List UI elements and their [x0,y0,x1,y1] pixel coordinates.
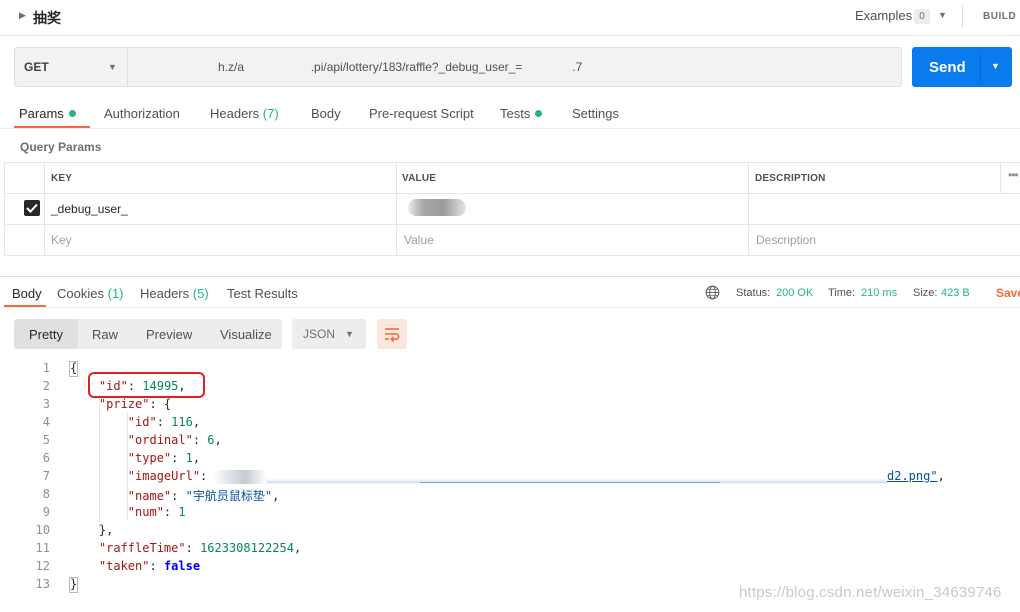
request-title[interactable]: 抽奖 [33,8,61,28]
line-number: 11 [35,541,50,555]
response-tab-test-results[interactable]: Test Results [227,286,298,301]
url-value[interactable]: h.z/a .pi/api/lottery/183/raffle?_debug_… [218,60,582,74]
code-line[interactable]: }, [70,523,113,537]
send-split-divider [980,51,981,83]
table-border [4,162,1020,163]
table-border [44,162,45,255]
code-line[interactable]: "ordinal": 6, [70,433,222,447]
code-line[interactable]: "raffleTime": 1623308122254, [70,541,301,555]
response-tab-body[interactable]: Body [12,286,42,301]
line-number: 7 [42,469,50,483]
wrap-lines-icon [385,328,400,342]
size-label: Size: [913,287,938,299]
code-line[interactable]: { [70,361,77,375]
divider [962,6,963,28]
line-number: 12 [35,559,50,573]
line-number: 1 [42,361,50,375]
more-options-icon[interactable]: ••• [1008,168,1019,182]
code-line[interactable]: "name": "宇航员鼠标垫", [70,487,280,504]
code-line[interactable]: "imageUrl": [70,469,207,483]
column-header-value: VALUE [402,173,437,184]
column-header-key: KEY [51,173,73,184]
tab-tests[interactable]: Tests [500,106,543,121]
format-value: JSON [303,327,336,341]
line-number: 10 [35,523,50,537]
active-dot-icon [68,110,76,117]
send-button-label[interactable]: Send [929,59,966,76]
method-value: GET [24,60,49,74]
column-header-description: DESCRIPTION [755,173,826,184]
line-number: 5 [42,433,50,447]
active-dot-icon [535,110,543,117]
tab-headers[interactable]: Headers (7) [210,106,279,121]
code-line[interactable]: "taken": false [70,559,200,573]
tab-body[interactable]: Body [311,106,341,121]
param-enabled-checkbox[interactable] [24,200,40,216]
new-description-input[interactable]: Description [756,233,816,247]
status-label: Status: [736,287,771,299]
globe-icon[interactable] [705,285,720,300]
table-border [396,162,397,255]
divider [0,307,1020,308]
time-label: Time: [828,287,856,299]
send-options-chevron-icon[interactable]: ▼ [991,61,1000,71]
query-params-heading: Query Params [20,140,102,154]
watermark: https://blog.csdn.net/weixin_34639746 [739,584,1002,601]
examples-button[interactable]: Examples [855,8,912,23]
highlight-annotation-box [88,372,205,398]
code-line[interactable]: "id": 116, [70,415,200,429]
new-value-input[interactable]: Value [404,233,434,247]
code-line[interactable]: "type": 1, [70,451,200,465]
line-number: 3 [42,397,50,411]
table-border [1000,162,1001,193]
save-response-button[interactable]: Save [996,286,1020,300]
line-number: 9 [42,505,50,519]
examples-count-badge: 0 [914,9,930,24]
tab-authorization[interactable]: Authorization [104,106,180,121]
new-key-input[interactable]: Key [51,233,72,247]
param-key-input[interactable]: _debug_user_ [51,202,128,216]
mode-visualize[interactable]: Visualize [220,327,272,342]
redacted-url-region [213,470,267,484]
line-number: 8 [42,487,50,501]
line-number: 6 [42,451,50,465]
divider [0,128,1020,129]
line-number: 4 [42,415,50,429]
chevron-down-icon: ▼ [108,62,117,72]
image-url-tail[interactable]: d2.png", [887,469,945,483]
table-border [4,255,1020,256]
size-value[interactable]: 423 B [941,287,970,299]
tab-pre-request-script[interactable]: Pre-request Script [369,106,474,121]
chevron-down-icon[interactable]: ▼ [938,10,947,20]
code-line[interactable]: "prize": { [70,397,171,411]
wrap-lines-button[interactable] [377,319,407,349]
expand-caret-icon[interactable]: ▶ [19,10,26,21]
divider [0,276,1020,277]
mode-preview[interactable]: Preview [146,327,192,342]
status-value[interactable]: 200 OK [776,287,813,299]
mode-pretty[interactable]: Pretty [29,327,63,342]
redacted-url-underline [420,482,720,483]
param-description-input[interactable] [748,193,1000,224]
chevron-down-icon: ▼ [345,329,354,339]
build-button[interactable]: BUILD [983,11,1016,22]
mode-raw[interactable]: Raw [92,327,118,342]
table-border [4,224,1020,225]
tab-params[interactable]: Params [19,106,76,121]
checkmark-icon [26,203,38,213]
tab-settings[interactable]: Settings [572,106,619,121]
code-line[interactable]: "num": 1 [70,505,186,519]
line-number: 2 [42,379,50,393]
line-number: 13 [35,577,50,591]
response-tab-cookies[interactable]: Cookies (1) [57,286,123,301]
response-tab-headers[interactable]: Headers (5) [140,286,209,301]
time-value[interactable]: 210 ms [861,287,897,299]
table-border [4,162,5,255]
code-line[interactable]: } [70,577,77,591]
param-value-input[interactable] [408,199,466,216]
